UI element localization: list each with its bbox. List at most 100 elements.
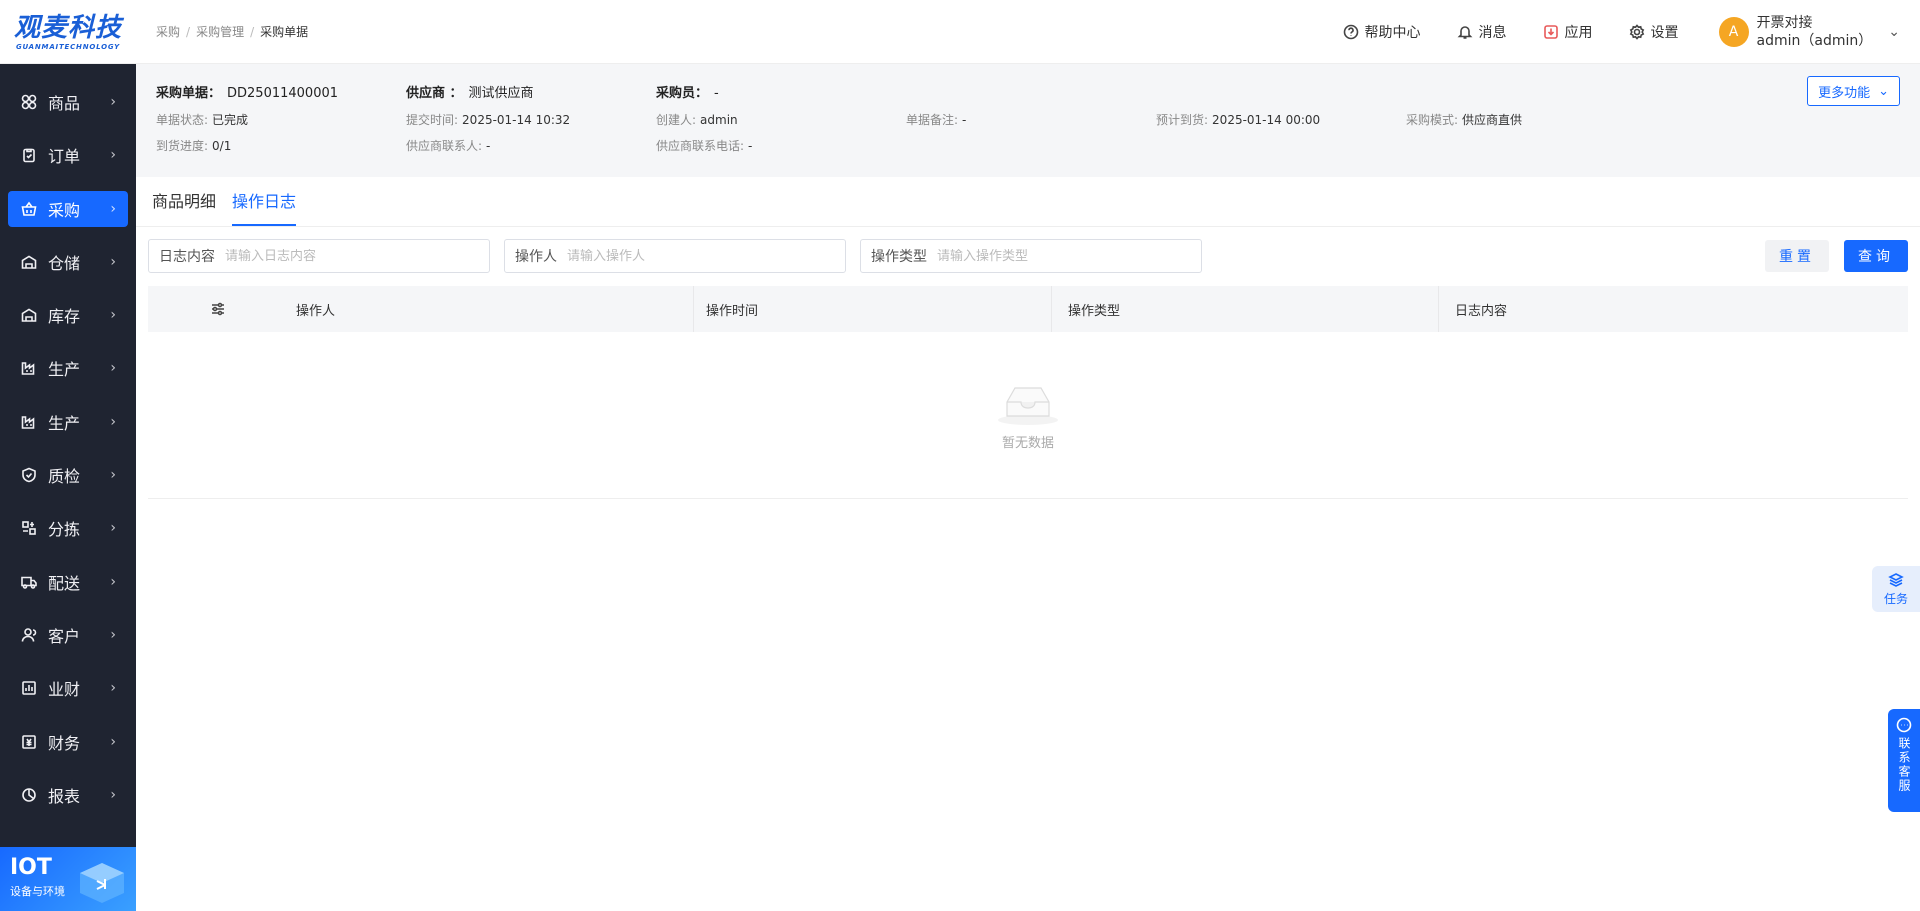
brand-logo[interactable]: 观麦科技 GUANMAITECHNOLOGY <box>0 0 136 64</box>
order-no-value: DD25011400001 <box>227 85 339 101</box>
sidebar-item-label: 质检 <box>48 467 81 487</box>
progress-label: 到货进度: <box>156 138 209 153</box>
chevron-right-icon: › <box>110 626 116 643</box>
tab-operation-log[interactable]: 操作日志 <box>232 188 297 226</box>
operator-filter: 操作人 <box>504 239 846 273</box>
status-value: 已完成 <box>212 112 249 127</box>
warehouse-icon <box>20 253 38 271</box>
sidebar-item-reports[interactable]: 报表 › <box>8 777 128 813</box>
mode-label: 采购模式: <box>1406 112 1459 127</box>
column-settings-button[interactable] <box>148 286 288 332</box>
contact-label: 供应商联系人: <box>406 138 483 153</box>
chevron-right-icon: › <box>110 467 116 484</box>
chevron-right-icon: › <box>110 786 116 803</box>
sidebar-item-finance[interactable]: 财务 › <box>8 724 128 760</box>
sidebar-item-business-finance[interactable]: 业财 › <box>8 670 128 706</box>
basket-icon <box>20 200 38 218</box>
reset-button[interactable]: 重置 <box>1765 240 1829 272</box>
chevron-down-icon: ⌄ <box>1888 23 1900 40</box>
buyer-label: 采购员： <box>656 85 709 101</box>
chevron-right-icon: › <box>110 520 116 537</box>
sidebar-item-customers[interactable]: 客户 › <box>8 617 128 653</box>
submit-time-label: 提交时间: <box>406 112 459 127</box>
breadcrumb-item[interactable]: 采购 <box>156 23 180 40</box>
breadcrumb: 采购 / 采购管理 / 采购单据 <box>156 23 308 40</box>
log-filters: 日志内容 操作人 操作类型 重置 查询 <box>148 239 1908 273</box>
query-button[interactable]: 查询 <box>1844 240 1908 272</box>
sidebar: 观麦科技 GUANMAITECHNOLOGY 商品 › 订单 › 采购 › 仓储… <box>0 0 136 911</box>
operator-input[interactable] <box>567 248 835 264</box>
log-content-input[interactable] <box>225 248 479 264</box>
breadcrumb-item[interactable]: 采购管理 <box>196 23 244 40</box>
tab-goods-detail[interactable]: 商品明细 <box>152 188 216 226</box>
sidebar-item-delivery[interactable]: 配送 › <box>8 564 128 600</box>
iot-banner[interactable]: IOT 设备与环境 <box>0 847 136 911</box>
chevron-right-icon: › <box>110 200 116 217</box>
bell-icon <box>1457 25 1472 39</box>
column-header-type[interactable]: 操作类型 <box>1052 286 1439 332</box>
sidebar-item-orders[interactable]: 订单 › <box>8 137 128 173</box>
apps-button[interactable]: 应用 <box>1543 22 1593 42</box>
chevron-right-icon: › <box>110 360 116 377</box>
sidebar-item-purchase[interactable]: 采购 › <box>8 190 128 227</box>
sidebar-item-label: 分拣 <box>48 520 81 540</box>
sidebar-item-label: 生产 <box>48 413 81 433</box>
breadcrumb-current: 采购单据 <box>260 25 309 39</box>
log-content-label: 日志内容 <box>159 249 215 265</box>
messages-button[interactable]: 消息 <box>1457 22 1507 42</box>
sidebar-item-label: 配送 <box>48 573 81 593</box>
breadcrumb-separator: / <box>186 24 191 39</box>
chat-icon <box>1896 717 1912 733</box>
sidebar-item-quality[interactable]: 质检 › <box>8 457 128 493</box>
order-info-row: 单据状态: 已完成 提交时间: 2025-01-14 10:32 创建人: admin… <box>156 106 1900 132</box>
column-header-operator[interactable]: 操作人 <box>288 286 694 332</box>
task-float-button[interactable]: 任务 <box>1872 566 1920 612</box>
chevron-right-icon: › <box>110 253 116 270</box>
column-header-time[interactable]: 操作时间 <box>694 286 1052 332</box>
help-center-label: 帮助中心 <box>1364 24 1421 41</box>
chevron-right-icon: › <box>110 733 116 750</box>
sidebar-item-production-2[interactable]: 生产 › <box>8 404 128 440</box>
more-functions-label: 更多功能 <box>1818 85 1871 101</box>
settings-button[interactable]: 设置 <box>1629 22 1679 42</box>
user-info: 开票对接 admin（admin） <box>1757 14 1873 50</box>
grid-icon <box>20 93 38 111</box>
order-info-row: 到货进度: 0/1 供应商联系人: - 供应商联系电话: - <box>156 132 1900 158</box>
user-company: 开票对接 <box>1756 14 1813 31</box>
pie-icon <box>20 786 38 804</box>
finance-icon <box>20 733 38 751</box>
sidebar-item-goods[interactable]: 商品 › <box>8 84 128 120</box>
messages-label: 消息 <box>1478 24 1507 41</box>
sidebar-item-label: 采购 <box>48 200 81 220</box>
chevron-right-icon: › <box>110 147 116 164</box>
user-menu[interactable]: A 开票对接 admin（admin） ⌄ <box>1718 14 1900 50</box>
column-header-content[interactable]: 日志内容 <box>1439 286 1897 332</box>
shield-icon <box>20 466 38 484</box>
help-icon <box>1343 24 1358 39</box>
filter-buttons: 重置 查询 <box>1750 240 1908 272</box>
supplier-label: 供应商 ： <box>406 85 463 101</box>
sidebar-item-storage[interactable]: 仓储 › <box>8 244 128 280</box>
supplier-value: 测试供应商 <box>468 85 534 101</box>
sidebar-item-label: 报表 <box>48 786 81 806</box>
order-info-panel: 采购单据： DD25011400001 供应商 ：测试供应商 采购员： - 单据状态… <box>136 64 1920 177</box>
sidebar-item-sorting[interactable]: 分拣 › <box>8 510 128 546</box>
eta-label: 预计到货: <box>1156 112 1209 127</box>
sidebar-item-inventory[interactable]: 库存 › <box>8 297 128 333</box>
more-functions-button[interactable]: 更多功能 ⌄ <box>1807 76 1900 106</box>
brand-logo-cn: 观麦科技 <box>13 12 122 43</box>
sidebar-item-label: 客户 <box>48 626 81 646</box>
sidebar-item-label: 生产 <box>48 360 81 380</box>
table-header: 操作人 操作时间 操作类型 日志内容 <box>148 286 1908 332</box>
operation-type-input[interactable] <box>937 248 1191 264</box>
sliders-icon <box>212 302 224 316</box>
user-icon <box>20 626 38 644</box>
sidebar-nav: 商品 › 订单 › 采购 › 仓储 › 库存 › 生产 › 生产 › 质检 › … <box>0 64 136 813</box>
chevron-right-icon: › <box>110 94 116 110</box>
help-center-button[interactable]: 帮助中心 <box>1343 22 1421 42</box>
remark-label: 单据备注: <box>906 112 959 127</box>
user-account: admin（admin） <box>1756 32 1873 49</box>
contact-service-button[interactable]: 联系客服 <box>1888 709 1920 812</box>
sidebar-item-production-1[interactable]: 生产 › <box>8 350 128 386</box>
phone-label: 供应商联系电话: <box>656 138 745 153</box>
